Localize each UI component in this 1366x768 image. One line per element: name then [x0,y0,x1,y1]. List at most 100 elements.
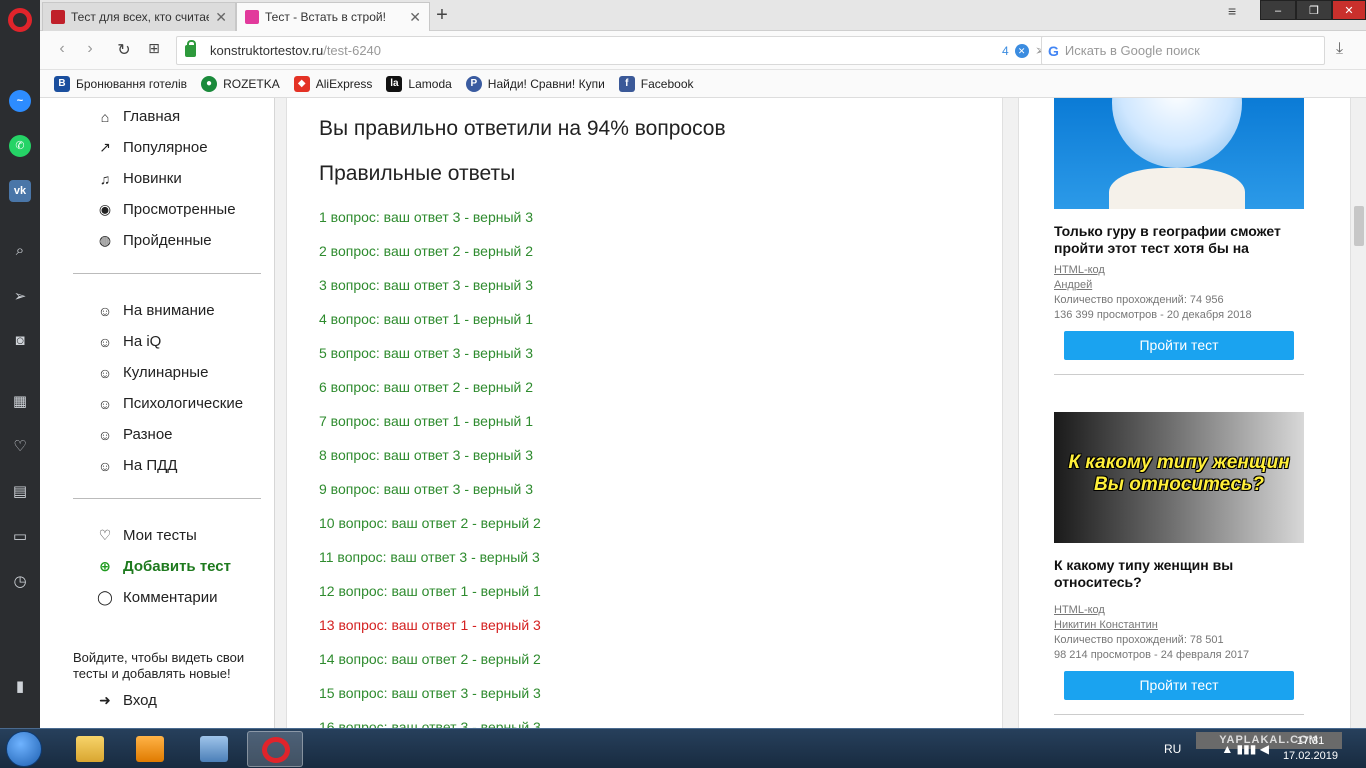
system-tray: RU ▲ ▮▮▮ ◀ 17:31 17.02.2019 [1164,729,1366,768]
answer-row: 11 вопрос: ваш ответ 3 - верный 3 [319,549,540,565]
tab-0[interactable]: Тест для всех, кто считает ✕ [42,2,236,31]
menu-item-cooking[interactable]: ☺ Кулинарные [96,364,209,381]
taskbar-app[interactable] [186,731,242,767]
menu-item-my-tests[interactable]: ♡ Мои тесты [96,527,197,544]
whatsapp-icon[interactable]: ✆ [9,135,31,157]
menu-item-comments[interactable]: ◯ Комментарии [96,589,217,606]
back-button[interactable]: ‹ [52,40,72,58]
address-bar[interactable]: konstruktortestov.ru /test-6240 4 ✕ ➢ ♡ [176,36,1074,65]
bookmark-label: AliExpress [315,76,373,91]
download-icon[interactable]: ⤓ [1336,40,1343,58]
maximize-button[interactable]: ❐ [1296,0,1332,20]
camera-icon[interactable]: ◙ [9,330,31,352]
menu-label: Добавить тест [123,558,231,575]
tabs-icon[interactable]: ▭ [9,526,31,548]
answer-row: 1 вопрос: ваш ответ 3 - верный 3 [319,209,534,225]
card-title[interactable]: К какому типу женщин вы относитесь? [1054,557,1304,591]
heart-icon[interactable]: ♡ [9,436,31,458]
adblock-icon[interactable]: ✕ [1014,43,1029,58]
menu-item-psychology[interactable]: ☺ Психологические [96,395,243,412]
menu-item-passed[interactable]: ◍ Пройденные [96,232,212,249]
close-tab-icon[interactable]: ✕ [409,9,421,26]
card-title[interactable]: Только гуру в географии сможет пройти эт… [1054,223,1304,257]
smile-icon: ☺ [97,333,113,350]
take-test-button[interactable]: Пройти тест [1064,331,1294,360]
menu-item-home[interactable]: ⌂ Главная [96,108,180,125]
eye-slash-icon: ◍ [98,232,112,248]
menu-item-new[interactable]: ♫ Новинки [96,170,182,187]
html-code-link[interactable]: HTML-код [1054,263,1304,278]
home-icon: ⌂ [100,108,110,125]
taskbar-media-player[interactable] [122,731,178,767]
menu-label: Популярное [123,139,208,156]
bookmark-item[interactable]: ● ROZETKA [201,75,280,92]
bookmark-item[interactable]: la Lamoda [386,75,452,92]
history-icon[interactable]: ◷ [9,571,31,593]
woman-thumbnail[interactable]: К какому типу женщин Вы относитесь? [1054,412,1304,543]
view-count: 136 399 просмотров - 20 декабря 2018 [1054,309,1252,321]
folder-icon [76,736,104,762]
app-window-icon [200,736,228,762]
messenger-icon[interactable]: ~ [9,90,31,112]
menu-item-misc[interactable]: ☺ Разное [96,426,173,443]
search-icon[interactable]: ⌕ [9,240,31,262]
speed-dial-icon[interactable]: ▦ [9,391,31,413]
bookmark-label: Бронювання готелів [76,76,188,91]
vk-icon[interactable]: vk [9,180,31,202]
menu-label: Разное [123,426,173,443]
tab-title: Тест для всех, кто считает [71,10,210,24]
news-icon[interactable]: ▤ [9,481,31,503]
start-button[interactable] [6,731,42,767]
login-label: Вход [123,692,157,709]
page-scrollbar[interactable] [1350,98,1366,728]
send-icon[interactable]: ➢ [9,286,31,308]
answer-row: 7 вопрос: ваш ответ 1 - верный 1 [319,413,534,429]
author-link[interactable]: Андрей [1054,278,1304,293]
answer-row: 14 вопрос: ваш ответ 2 - верный 2 [319,651,541,667]
url-path: /test-6240 [323,43,382,58]
search-input[interactable]: G Искать в Google поиск [1041,36,1325,65]
html-code-link[interactable]: HTML-код [1054,603,1304,618]
speed-dial-button[interactable]: ⊞ [144,40,164,57]
minimize-button[interactable]: – [1260,0,1296,20]
reload-button[interactable]: ↻ [114,40,134,60]
opera-sidebar: ~ ✆ vk ⌕ ➢ ◙ ▦ ♡ ▤ ▭ ◷ ▮ [0,0,40,728]
answer-row: 3 вопрос: ваш ответ 3 - верный 3 [319,277,534,293]
author-link[interactable]: Никитин Константин [1054,618,1304,633]
signal-icon[interactable]: ▲ ▮▮▮ ◀ [1221,742,1269,756]
language-indicator[interactable]: RU [1164,742,1181,756]
clock[interactable]: 17:31 17.02.2019 [1283,734,1338,764]
menu-label: Пройденные [123,232,212,249]
close-window-button[interactable]: ✕ [1332,0,1366,20]
close-tab-icon[interactable]: ✕ [215,9,227,26]
eye-icon: ◉ [98,201,112,217]
sidebar-toggle-icon[interactable]: ▮ [9,676,31,698]
bookmark-item[interactable]: B Бронювання готелів [54,75,188,92]
globe-thumbnail[interactable] [1054,98,1304,209]
forward-button[interactable]: › [80,40,100,58]
menu-item-add-test[interactable]: ⊕ Добавить тест [96,558,231,575]
menu-label: Комментарии [123,589,218,606]
menu-item-iq[interactable]: ☺ На iQ [96,333,162,350]
bookmark-item[interactable]: f Facebook [618,75,694,92]
taskbar-explorer[interactable] [62,731,118,767]
take-test-button[interactable]: Пройти тест [1064,671,1294,700]
scrollbar-thumb[interactable] [1354,206,1364,246]
rozetka-icon: ● [201,75,218,92]
tab-menu-icon[interactable]: ≡ [1228,3,1236,19]
menu-item-popular[interactable]: ↗ Популярное [96,139,208,156]
login-link[interactable]: ➜ Вход [96,692,157,709]
menu-item-viewed[interactable]: ◉ Просмотренные [96,201,236,218]
menu-item-attention[interactable]: ☺ На внимание [96,302,215,319]
bell-icon: ♫ [99,170,111,187]
opera-menu-icon[interactable] [8,8,32,32]
tab-1[interactable]: Тест - Встать в строй! ✕ [236,2,430,31]
bookmark-item[interactable]: P Найди! Сравни! Купи [465,75,605,92]
new-tab-button[interactable]: + [430,4,454,27]
answer-row: 16 вопрос: ваш ответ 3 - верный 3 [319,719,541,728]
answer-row: 8 вопрос: ваш ответ 3 - верный 3 [319,447,534,463]
menu-item-traffic-rules[interactable]: ☺ На ПДД [96,457,178,474]
smile-icon: ☺ [97,302,113,319]
bookmark-item[interactable]: ◆ AliExpress [293,75,373,92]
taskbar-opera[interactable] [247,731,303,767]
